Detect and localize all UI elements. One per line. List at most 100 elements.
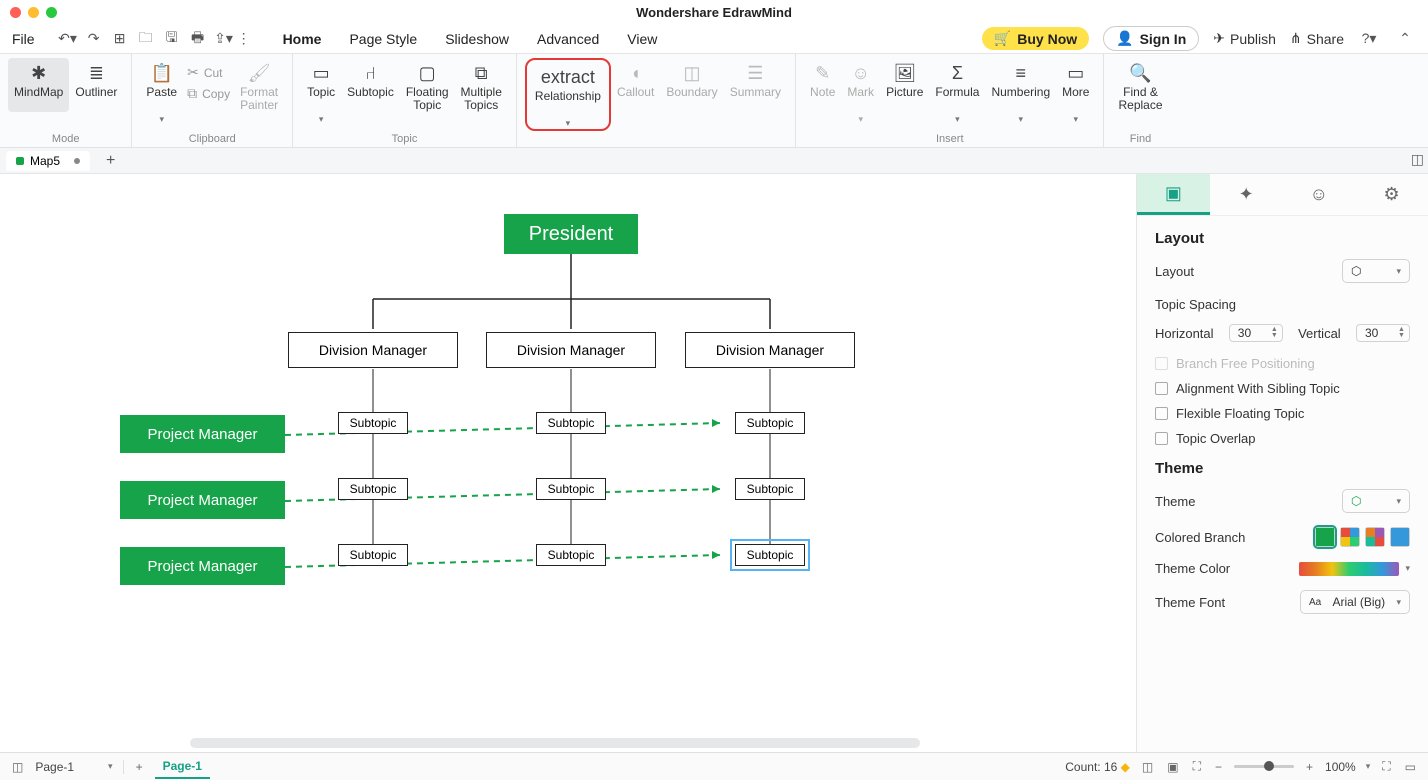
tab-advanced[interactable]: Advanced	[537, 31, 599, 47]
paste-icon: 📋	[151, 62, 173, 84]
mark-button[interactable]: ☺Mark▾	[841, 58, 880, 125]
panel-tab-settings[interactable]: ⚙	[1355, 174, 1428, 215]
layout-label: Layout	[1155, 264, 1194, 279]
subtopic-button[interactable]: ⑁Subtopic	[341, 58, 400, 125]
save-button[interactable]: 🖫	[161, 28, 183, 50]
add-page-button[interactable]: +	[134, 760, 145, 774]
outliner-mode-button[interactable]: ≣Outliner	[69, 58, 123, 112]
division-node-1[interactable]: Division Manager	[288, 332, 458, 368]
zoom-out-button[interactable]: −	[1213, 760, 1224, 774]
theme-dropdown[interactable]: ⬡▾	[1342, 489, 1410, 513]
view-mode-1[interactable]: ◫	[1140, 760, 1155, 774]
vertical-spacing-input[interactable]: 30▲▼	[1356, 324, 1410, 342]
canvas[interactable]: President Division Manager Division Mana…	[0, 174, 1136, 752]
subtopic-2-1[interactable]: Subtopic	[536, 412, 606, 434]
root-node[interactable]: President	[504, 214, 638, 254]
more-insert-button[interactable]: ▭More▾	[1056, 58, 1095, 125]
subtopic-1-3[interactable]: Subtopic	[338, 544, 408, 566]
division-node-2[interactable]: Division Manager	[486, 332, 656, 368]
redo-button[interactable]: ↷	[83, 28, 105, 50]
flexible-floating-checkbox[interactable]: Flexible Floating Topic	[1155, 406, 1410, 421]
close-window-button[interactable]	[10, 7, 21, 18]
zoom-slider[interactable]	[1234, 765, 1294, 768]
fit-view-button[interactable]: ⛶	[1191, 759, 1203, 774]
active-page-tab[interactable]: Page-1	[155, 755, 210, 779]
quick-access-more[interactable]: ⋮	[239, 28, 249, 50]
copy-button[interactable]: ⧉Copy	[183, 83, 234, 104]
pm-node-2[interactable]: Project Manager	[120, 481, 285, 519]
buy-now-button[interactable]: 🛒Buy Now	[982, 27, 1089, 50]
tab-page-style[interactable]: Page Style	[349, 31, 417, 47]
horizontal-scrollbar[interactable]	[190, 738, 920, 748]
theme-color-dropdown[interactable]: ▾	[1299, 562, 1410, 576]
cut-button[interactable]: ✂Cut	[183, 62, 234, 83]
publish-button[interactable]: ✈Publish	[1213, 30, 1276, 47]
view-mode-2[interactable]: ▣	[1165, 760, 1180, 774]
numbering-button[interactable]: ≡Numbering▾	[985, 58, 1056, 125]
mindmap-icon: ✱	[28, 62, 50, 84]
formula-button[interactable]: ΣFormula▾	[929, 58, 985, 125]
file-menu[interactable]: File	[12, 31, 35, 47]
boundary-button[interactable]: ◫Boundary	[660, 58, 723, 131]
pm-node-3[interactable]: Project Manager	[120, 547, 285, 585]
branch-color-1[interactable]	[1315, 527, 1335, 547]
maximize-window-button[interactable]	[46, 7, 57, 18]
subtopic-3-1[interactable]: Subtopic	[735, 412, 805, 434]
picture-icon: 🖼	[894, 62, 916, 84]
export-button[interactable]: ⇪▾	[213, 28, 235, 50]
format-painter-button[interactable]: 🖌Format Painter	[234, 58, 284, 112]
mindmap-mode-button[interactable]: ✱MindMap	[8, 58, 69, 112]
align-sibling-checkbox[interactable]: Alignment With Sibling Topic	[1155, 381, 1410, 396]
minimize-window-button[interactable]	[28, 7, 39, 18]
pm-node-1[interactable]: Project Manager	[120, 415, 285, 453]
new-doc-button[interactable]: ⊞	[109, 28, 131, 50]
panel-toggle-button[interactable]: ◫	[1411, 151, 1424, 168]
relationship-button[interactable]: extractRelationship▾	[529, 62, 607, 129]
topic-button[interactable]: ▭Topic▾	[301, 58, 341, 125]
multiple-topics-button[interactable]: ⧉Multiple Topics	[455, 58, 508, 125]
document-tab[interactable]: Map5	[6, 151, 90, 171]
subtopic-3-3-selected[interactable]: Subtopic	[735, 544, 805, 566]
new-tab-button[interactable]: +	[98, 152, 123, 170]
theme-font-dropdown[interactable]: AaArial (Big)▾	[1300, 590, 1410, 614]
help-button[interactable]: ?▾	[1358, 28, 1380, 50]
tab-slideshow[interactable]: Slideshow	[445, 31, 509, 47]
branch-color-4[interactable]	[1390, 527, 1410, 547]
zoom-in-button[interactable]: +	[1304, 760, 1315, 774]
horizontal-spacing-input[interactable]: 30▲▼	[1229, 324, 1283, 342]
subtopic-3-2[interactable]: Subtopic	[735, 478, 805, 500]
minimize-panel-button[interactable]: ▭	[1403, 760, 1418, 774]
subtopic-2-2[interactable]: Subtopic	[536, 478, 606, 500]
fullscreen-button[interactable]: ⛶	[1380, 759, 1392, 774]
open-doc-button[interactable]: 🗀	[135, 28, 157, 50]
tab-home[interactable]: Home	[283, 31, 322, 47]
branch-color-3[interactable]	[1365, 527, 1385, 547]
division-node-3[interactable]: Division Manager	[685, 332, 855, 368]
subtopic-1-1[interactable]: Subtopic	[338, 412, 408, 434]
subtopic-1-2[interactable]: Subtopic	[338, 478, 408, 500]
layout-dropdown[interactable]: ⬡▾	[1342, 259, 1410, 283]
panel-tab-layout[interactable]: ▣	[1137, 174, 1210, 215]
sign-in-button[interactable]: 👤Sign In	[1103, 26, 1199, 51]
note-button[interactable]: ✎Note	[804, 58, 841, 125]
tab-view[interactable]: View	[627, 31, 657, 47]
undo-button[interactable]: ↶▾	[57, 28, 79, 50]
panel-tab-ai[interactable]: ✦	[1210, 174, 1283, 215]
page-selector[interactable]: Page-1▾	[35, 760, 123, 774]
callout-button[interactable]: ◖Callout	[611, 58, 660, 131]
collapse-ribbon-button[interactable]: ⌃	[1394, 28, 1416, 50]
paste-button[interactable]: 📋Paste▾	[140, 58, 183, 125]
summary-button[interactable]: ☰Summary	[724, 58, 787, 131]
document-tabs: Map5 + ◫	[0, 148, 1428, 174]
print-button[interactable]: 🖶	[187, 28, 209, 50]
picture-button[interactable]: 🖼Picture	[880, 58, 929, 125]
panel-tab-emoji[interactable]: ☺	[1283, 174, 1356, 215]
branch-color-2[interactable]	[1340, 527, 1360, 547]
topic-overlap-checkbox[interactable]: Topic Overlap	[1155, 431, 1410, 446]
outliner-icon: ≣	[85, 62, 107, 84]
find-replace-button[interactable]: 🔍Find & Replace	[1112, 58, 1168, 112]
subtopic-2-3[interactable]: Subtopic	[536, 544, 606, 566]
floating-topic-button[interactable]: ▢Floating Topic	[400, 58, 455, 125]
share-button[interactable]: ⋔Share	[1290, 30, 1344, 47]
pages-panel-button[interactable]: ◫	[10, 760, 25, 774]
